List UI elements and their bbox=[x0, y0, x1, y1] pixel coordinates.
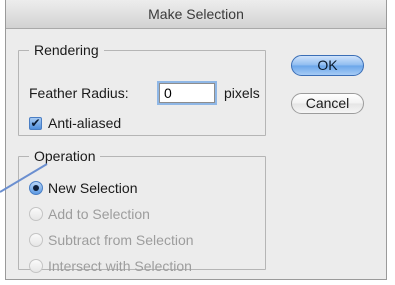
subtract-from-selection-radio[interactable] bbox=[29, 233, 43, 247]
cancel-button[interactable]: Cancel bbox=[291, 93, 364, 114]
dialog-title: Make Selection bbox=[6, 0, 386, 29]
intersect-with-selection-radio[interactable] bbox=[29, 259, 43, 273]
subtract-from-selection-label[interactable]: Subtract from Selection bbox=[48, 232, 194, 248]
add-to-selection-radio[interactable] bbox=[29, 207, 43, 221]
new-selection-label[interactable]: New Selection bbox=[48, 180, 138, 196]
callout-line bbox=[0, 163, 48, 193]
feather-radius-input[interactable] bbox=[159, 83, 215, 103]
intersect-with-selection-label[interactable]: Intersect with Selection bbox=[48, 258, 192, 274]
add-to-selection-label[interactable]: Add to Selection bbox=[48, 206, 150, 222]
make-selection-dialog: Make Selection Rendering Feather Radius:… bbox=[5, 0, 387, 280]
feather-unit-label: pixels bbox=[224, 85, 260, 101]
ok-button[interactable]: OK bbox=[291, 55, 364, 76]
